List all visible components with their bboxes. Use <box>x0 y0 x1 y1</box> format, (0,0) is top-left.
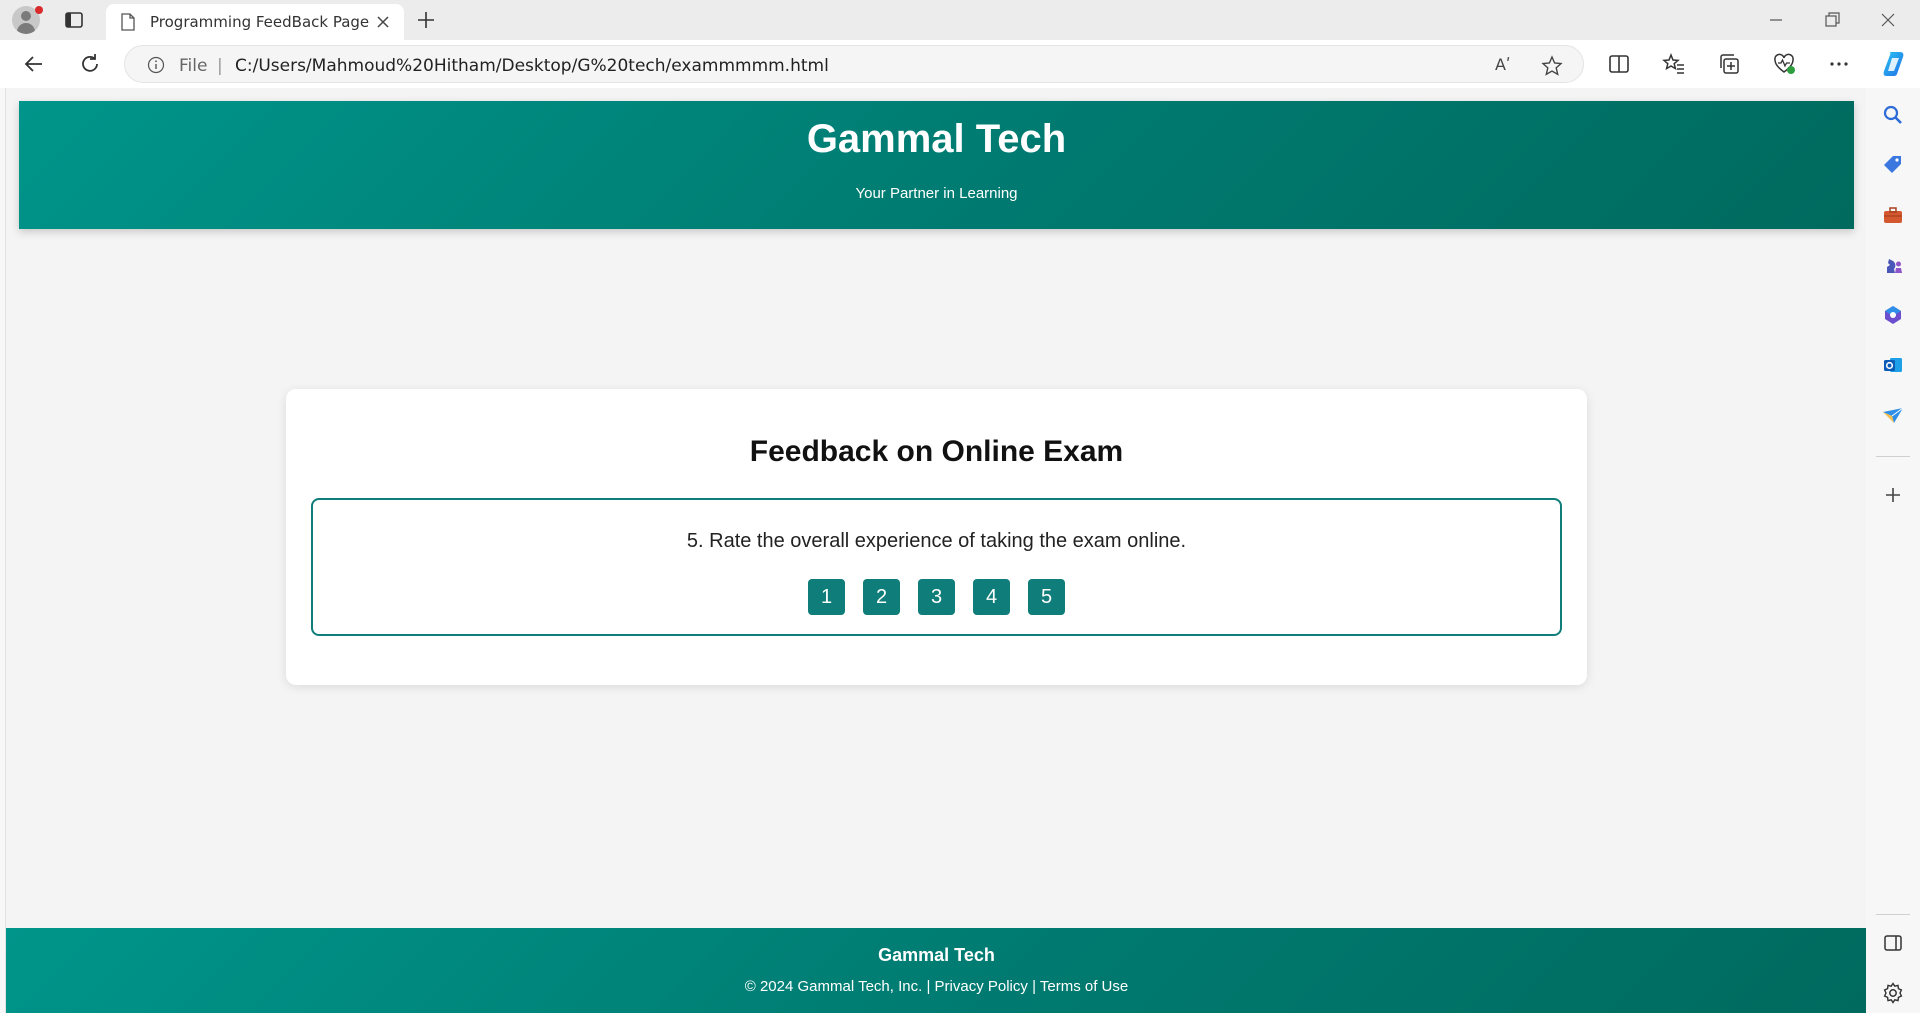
footer-links: © 2024 Gammal Tech, Inc. | Privacy Polic… <box>6 978 1866 995</box>
notification-dot <box>35 6 43 14</box>
rating-button-3[interactable]: 3 <box>918 579 955 615</box>
site-header: Gammal Tech Your Partner in Learning <box>19 101 1854 229</box>
tab-title: Programming FeedBack Page <box>150 13 370 31</box>
read-aloud-icon[interactable]: Aʹ <box>1495 55 1517 75</box>
url-text[interactable]: C:/Users/Mahmoud%20Hitham/Desktop/G%20te… <box>235 56 829 76</box>
site-tagline: Your Partner in Learning <box>855 185 1018 202</box>
address-bar[interactable]: File | C:/Users/Mahmoud%20Hitham/Desktop… <box>124 45 1584 83</box>
sidebar-divider <box>1876 456 1910 457</box>
rating-button-4[interactable]: 4 <box>973 579 1010 615</box>
feedback-title: Feedback on Online Exam <box>749 435 1124 468</box>
document-icon <box>121 13 135 31</box>
search-icon[interactable] <box>1881 103 1905 127</box>
restore-icon[interactable] <box>1820 8 1844 32</box>
close-tab-icon[interactable] <box>374 13 392 31</box>
tools-briefcase-icon[interactable] <box>1881 203 1905 227</box>
edge-sidebar <box>1866 88 1920 1013</box>
rating-button-5[interactable]: 5 <box>1028 579 1065 615</box>
copilot-icon[interactable] <box>1878 48 1910 80</box>
browser-essentials-icon[interactable] <box>1772 52 1796 76</box>
privacy-policy-link[interactable]: Privacy Policy <box>935 978 1028 995</box>
footer-copyright: © 2024 Gammal Tech, Inc. <box>744 978 923 995</box>
active-tab[interactable]: Programming FeedBack Page <box>106 4 404 40</box>
page-viewport: Gammal Tech Your Partner in Learning Fee… <box>5 88 1866 1013</box>
question-box: 5. Rate the overall experience of taking… <box>311 498 1562 636</box>
new-tab-icon[interactable] <box>414 8 438 32</box>
footer-brand: Gammal Tech <box>878 945 995 965</box>
footer-separator: | <box>1032 978 1036 995</box>
split-screen-icon[interactable] <box>1607 52 1631 76</box>
close-window-icon[interactable] <box>1876 8 1900 32</box>
question-text: 5. Rate the overall experience of taking… <box>686 530 1187 552</box>
address-separator: | <box>217 56 223 76</box>
address-bar-row: File | C:/Users/Mahmoud%20Hitham/Desktop… <box>0 40 1920 88</box>
microsoft-365-icon[interactable] <box>1881 303 1905 327</box>
browser-tab-bar: Programming FeedBack Page <box>0 0 1920 40</box>
minimize-icon[interactable] <box>1764 8 1788 32</box>
site-footer: Gammal Tech © 2024 Gammal Tech, Inc. | P… <box>6 928 1866 1013</box>
outlook-icon[interactable] <box>1881 353 1905 377</box>
add-favorite-star-icon[interactable] <box>1541 55 1563 77</box>
feedback-card: Feedback on Online Exam 5. Rate the over… <box>286 389 1587 685</box>
refresh-icon[interactable] <box>78 52 102 76</box>
footer-separator: | <box>926 978 931 995</box>
shopping-tag-icon[interactable] <box>1881 153 1905 177</box>
send-drop-icon[interactable] <box>1881 403 1905 427</box>
back-arrow-icon[interactable] <box>22 52 46 76</box>
sidebar-divider-bottom <box>1876 914 1910 915</box>
settings-gear-icon[interactable] <box>1881 981 1905 1005</box>
terms-of-use-link[interactable]: Terms of Use <box>1040 978 1128 995</box>
favorites-icon[interactable] <box>1662 52 1686 76</box>
site-info-icon[interactable] <box>147 56 165 74</box>
rating-options: 1 2 3 4 5 <box>313 579 1560 615</box>
rating-button-1[interactable]: 1 <box>808 579 845 615</box>
rating-button-2[interactable]: 2 <box>863 579 900 615</box>
tab-actions-icon[interactable] <box>62 8 86 32</box>
collections-icon[interactable] <box>1717 52 1741 76</box>
site-title: Gammal Tech <box>806 117 1067 161</box>
scheme-label: File <box>179 56 208 76</box>
games-chess-icon[interactable] <box>1881 253 1905 277</box>
add-sidebar-app-icon[interactable] <box>1881 483 1905 507</box>
hide-sidebar-icon[interactable] <box>1881 931 1905 955</box>
more-options-icon[interactable] <box>1827 52 1851 76</box>
